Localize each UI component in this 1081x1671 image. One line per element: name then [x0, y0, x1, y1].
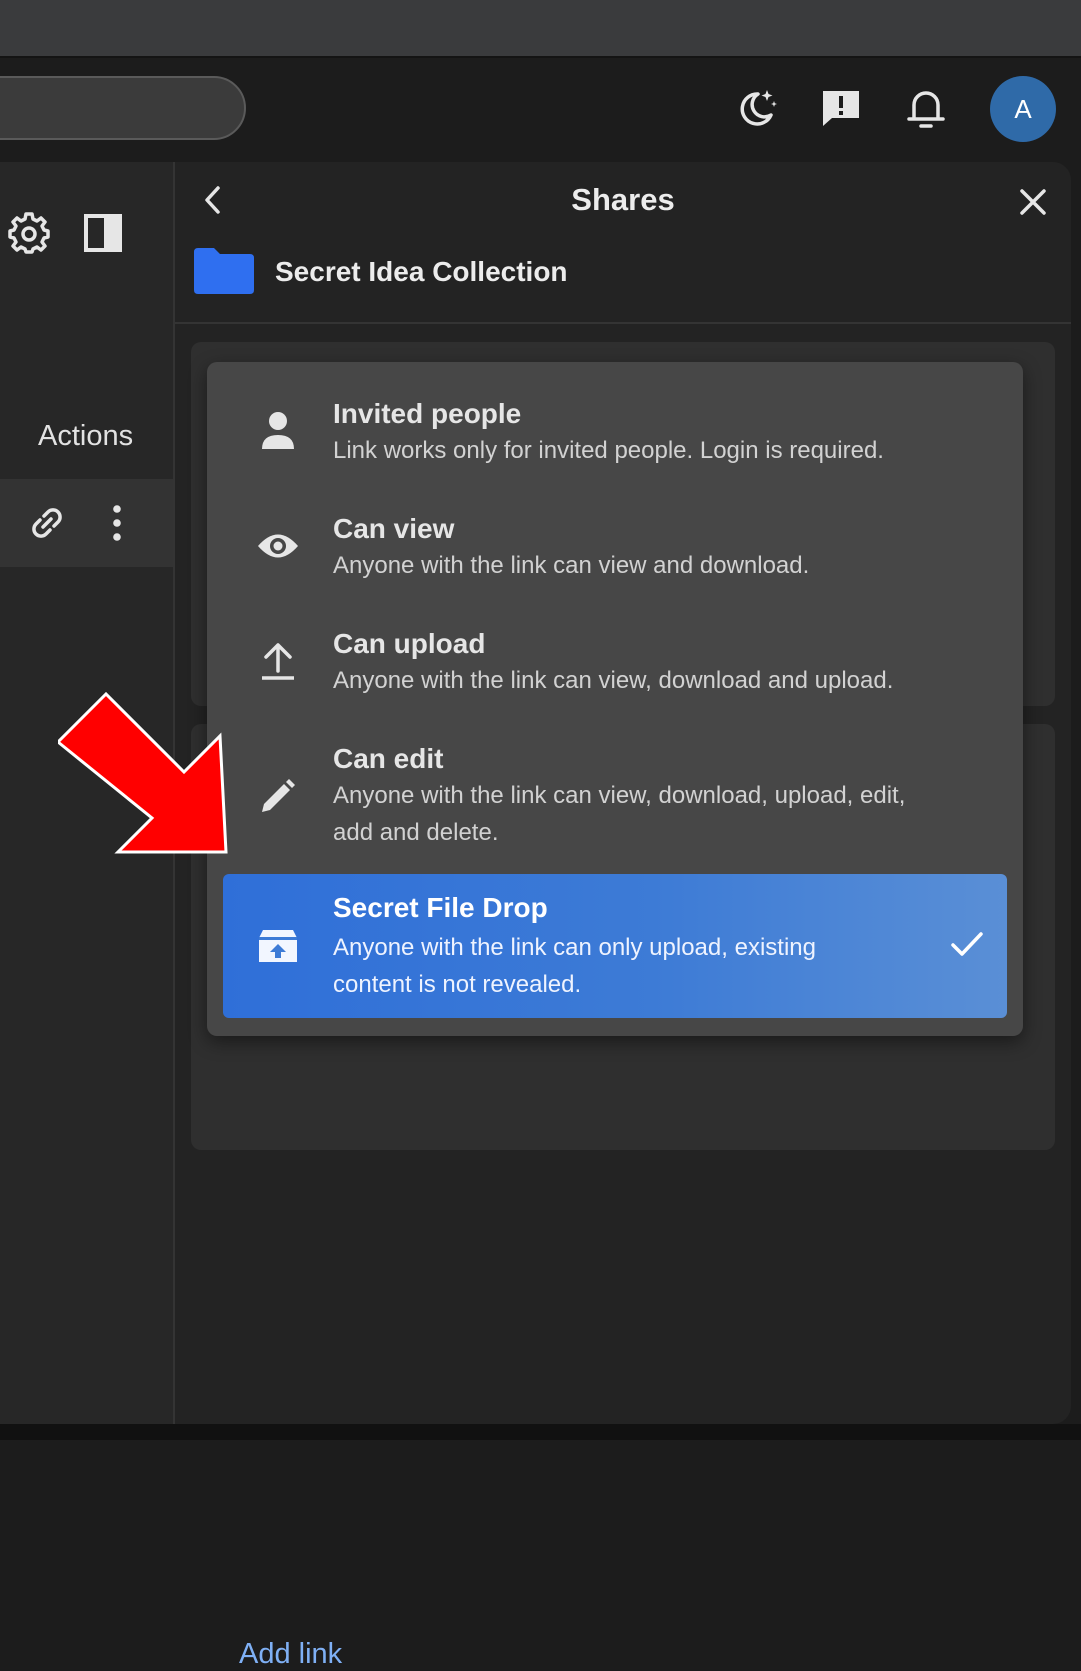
- option-description: Anyone with the link can view, download,…: [333, 782, 906, 846]
- kebab-menu-icon[interactable]: [100, 502, 134, 549]
- moon-sparkle-icon[interactable]: [726, 78, 786, 138]
- avatar-letter: A: [1014, 93, 1032, 124]
- option-description: Link works only for invited people. Logi…: [333, 437, 884, 464]
- sidebar-toggle-icon[interactable]: [82, 212, 124, 259]
- option-description: Anyone with the link can view, download …: [333, 667, 894, 694]
- file-drop-icon: [255, 923, 301, 969]
- option-title: Invited people: [333, 398, 522, 429]
- window-edge: [1071, 162, 1081, 1424]
- option-invited-people[interactable]: Invited people Link works only for invit…: [207, 390, 1023, 500]
- actions-column-header: Actions: [38, 420, 134, 452]
- eye-icon: [255, 523, 301, 569]
- option-description: Anyone with the link can only upload, ex…: [333, 934, 816, 998]
- option-title: Secret File Drop: [333, 892, 548, 923]
- option-title: Can upload: [333, 628, 486, 659]
- folder-name: Secret Idea Collection: [275, 256, 568, 287]
- option-can-view[interactable]: Can view Anyone with the link can view a…: [207, 505, 1023, 615]
- panel-title: Shares: [571, 182, 675, 217]
- permission-dropdown-menu: Invited people Link works only for invit…: [207, 362, 1023, 1036]
- option-can-upload[interactable]: Can upload Anyone with the link can view…: [207, 620, 1023, 730]
- annotation-arrow-icon: [55, 691, 238, 867]
- option-title: Can view: [333, 513, 455, 544]
- close-icon[interactable]: [1013, 182, 1053, 227]
- feedback-icon[interactable]: [811, 78, 871, 138]
- window-bottom-edge: [0, 1424, 1081, 1440]
- app-header: A: [0, 58, 1081, 162]
- window-title-strip: [0, 0, 1081, 58]
- upload-icon: [255, 638, 301, 684]
- link-icon[interactable]: [26, 502, 68, 549]
- gear-icon[interactable]: [8, 212, 50, 259]
- bell-icon[interactable]: [896, 78, 956, 138]
- avatar[interactable]: A: [990, 76, 1056, 142]
- person-icon: [255, 408, 301, 454]
- add-link-button[interactable]: Add link: [239, 1638, 342, 1671]
- option-secret-file-drop[interactable]: Secret File Drop Anyone with the link ca…: [223, 874, 1007, 1018]
- divider: [175, 322, 1071, 324]
- pencil-icon: [255, 773, 301, 819]
- search-input[interactable]: [0, 76, 246, 140]
- folder-icon: [192, 246, 256, 301]
- option-can-edit[interactable]: Can edit Anyone with the link can view, …: [207, 735, 1023, 869]
- option-description: Anyone with the link can view and downlo…: [333, 552, 810, 579]
- option-title: Can edit: [333, 743, 444, 774]
- checkmark-icon: [947, 924, 987, 969]
